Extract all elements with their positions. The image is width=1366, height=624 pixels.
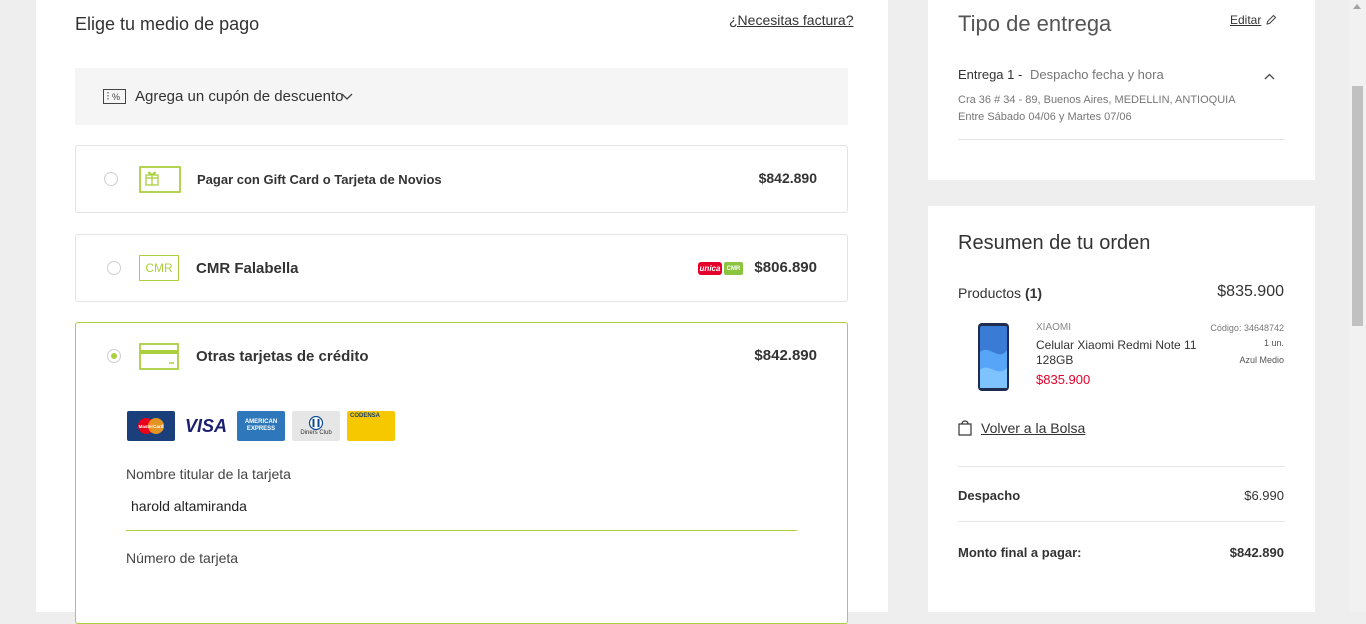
cmr-card-icon: CMR	[139, 255, 179, 281]
cardholder-label: Nombre titular de la tarjeta	[126, 466, 291, 482]
product-name: Celular Xiaomi Redmi Note 11 128GB	[1036, 338, 1197, 367]
scrollbar-thumb[interactable]	[1352, 86, 1363, 326]
coupon-toggle[interactable]: % Agrega un cupón de descuento	[75, 68, 848, 125]
products-count: (1)	[1024, 285, 1043, 301]
coupon-percent-icon: %	[103, 89, 126, 104]
payment-method-gift-card[interactable]: Pagar con Gift Card o Tarjeta de Novios …	[75, 145, 848, 213]
delivery-title: Tipo de entrega	[958, 11, 1112, 36]
gift-card-price: $842.890	[758, 170, 817, 186]
summary-title: Resumen de tu orden	[958, 232, 1151, 254]
delivery-entry-type: Despacho fecha y hora	[1030, 67, 1164, 82]
svg-text:%: %	[112, 92, 120, 102]
credit-card-label: Otras tarjetas de crédito	[196, 348, 369, 365]
products-label: Productos (1)	[958, 285, 1042, 301]
payment-title: Elige tu medio de pago	[75, 14, 260, 34]
product-brand: XIAOMI	[1036, 322, 1072, 333]
card-number-input[interactable]	[131, 580, 791, 598]
gift-card-icon	[139, 166, 181, 193]
card-number-label: Número de tarjeta	[126, 550, 239, 566]
amex-logo: AMERICAN EXPRESS	[237, 411, 285, 441]
product-phone-image	[978, 323, 1009, 391]
chevron-up-icon[interactable]	[1264, 73, 1275, 80]
cmr-badge: CMR	[724, 262, 743, 275]
cardholder-underline	[126, 530, 797, 531]
cmr-radio[interactable]	[107, 261, 121, 275]
scroll-up-arrow-icon[interactable]	[1353, 4, 1361, 9]
diners-icon	[308, 416, 324, 430]
coupon-label: Agrega un cupón de descuento	[135, 88, 344, 105]
mastercard-icon: MasterCard	[138, 418, 164, 434]
product-code: Código: 34648742	[1210, 323, 1284, 333]
shipping-label: Despacho	[958, 488, 1021, 503]
summary-divider-2	[958, 521, 1285, 522]
cmr-price: $806.890	[754, 259, 817, 276]
product-price: $835.900	[1036, 372, 1091, 387]
gift-card-label: Pagar con Gift Card o Tarjeta de Novios	[197, 172, 442, 187]
credit-card-radio[interactable]	[107, 349, 121, 363]
final-total-label: Monto final a pagar:	[958, 545, 1082, 560]
chevron-down-icon	[341, 93, 353, 100]
credit-card-price: $842.890	[754, 347, 817, 364]
mastercard-logo: MasterCard	[127, 411, 175, 441]
products-total: $835.900	[1217, 283, 1284, 300]
delivery-entry-label: Entrega 1 -	[958, 67, 1023, 82]
shopping-bag-icon[interactable]	[958, 419, 972, 436]
codensa-logo: CODENSA	[347, 411, 395, 441]
visa-logo: VISA	[184, 415, 227, 436]
back-to-bag-link[interactable]: Volver a la Bolsa	[981, 420, 1085, 436]
credit-card-icon	[139, 343, 179, 370]
final-total-value: $842.890	[1229, 545, 1284, 560]
delivery-window: Entre Sábado 04/06 y Martes 07/06	[958, 111, 1132, 123]
product-color: Azul Medio	[1239, 355, 1284, 365]
mastercard-text: MasterCard	[139, 424, 164, 429]
products-label-text: Productos	[958, 285, 1022, 301]
payment-method-cmr[interactable]: CMR CMR Falabella unica CMR $806.890	[75, 234, 848, 302]
delivery-address: Cra 36 # 34 - 89, Buenos Aires, MEDELLIN…	[958, 94, 1236, 106]
summary-divider-1	[958, 466, 1285, 467]
product-qty: 1 un.	[1263, 338, 1284, 348]
delivery-divider	[958, 139, 1285, 140]
gift-card-radio[interactable]	[104, 172, 118, 186]
cmr-label: CMR Falabella	[196, 260, 299, 277]
invoice-link[interactable]: ¿Necesitas factura?	[729, 12, 854, 28]
edit-delivery-link[interactable]: Editar	[1230, 13, 1261, 27]
diners-logo: Diners Club	[292, 411, 340, 441]
unica-badge: unica	[698, 262, 722, 275]
diners-text: Diners Club	[300, 430, 332, 436]
cardholder-input[interactable]	[131, 497, 791, 515]
pencil-icon[interactable]	[1266, 14, 1277, 25]
shipping-value: $6.990	[1244, 488, 1284, 503]
